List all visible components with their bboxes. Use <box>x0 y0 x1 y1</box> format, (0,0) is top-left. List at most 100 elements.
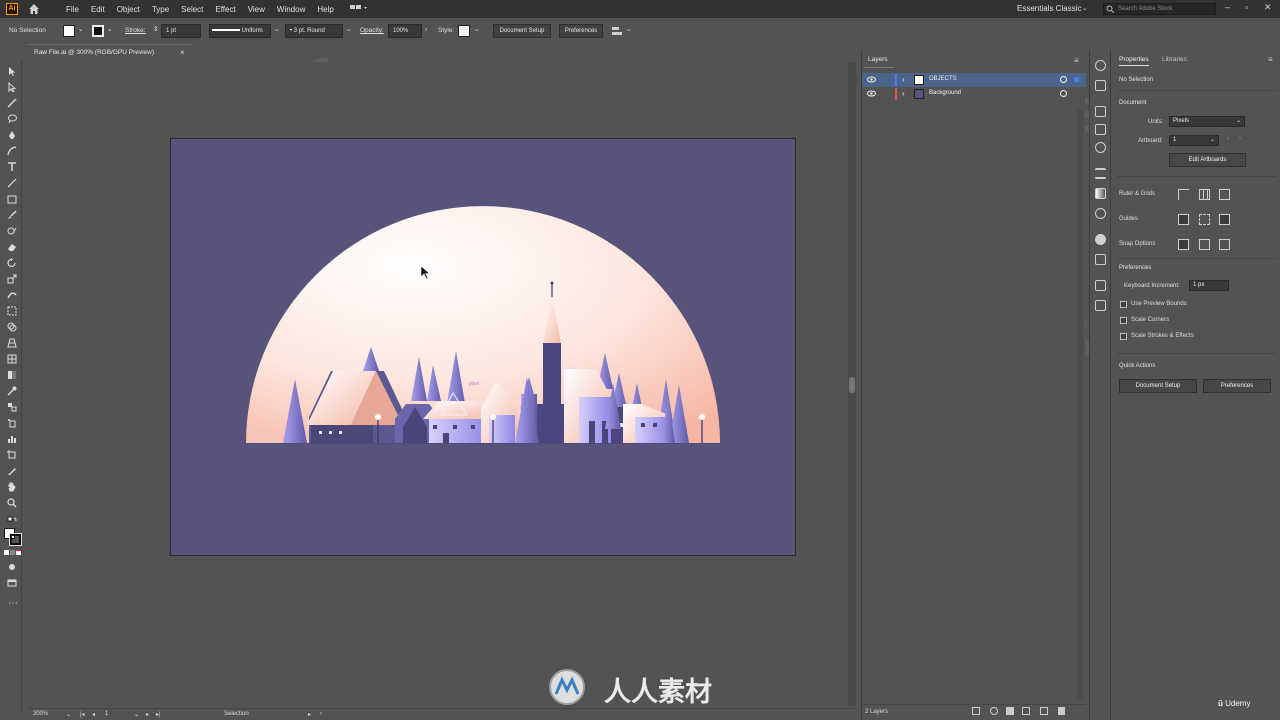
layer-name[interactable]: OBJECTS <box>929 76 957 82</box>
ruler-icon[interactable] <box>1178 189 1189 200</box>
eyedropper-tool-icon[interactable] <box>7 386 17 396</box>
paintbrush-tool-icon[interactable] <box>7 210 17 220</box>
close-window-icon[interactable]: ✕ <box>1264 2 1272 13</box>
minimize-icon[interactable]: – <box>1225 2 1230 12</box>
edit-artboards-button[interactable]: Edit Artboards <box>1169 153 1246 167</box>
align-icon[interactable] <box>611 25 623 37</box>
symbols-icon[interactable] <box>1095 106 1106 117</box>
target-circle-icon[interactable] <box>1060 90 1067 97</box>
layers-scrollbar[interactable] <box>1077 110 1083 700</box>
show-guides-icon[interactable] <box>1178 214 1189 225</box>
zoom-tool-icon[interactable] <box>7 498 17 508</box>
line-tool-icon[interactable] <box>7 178 17 188</box>
new-sublayer-icon[interactable] <box>1022 707 1030 715</box>
units-select[interactable]: Pixels ⌄ <box>1169 116 1245 127</box>
tab-properties[interactable]: Properties <box>1119 56 1149 66</box>
shape-builder-tool-icon[interactable] <box>7 322 17 332</box>
stroke-swatch[interactable] <box>92 25 104 37</box>
expand-chevron-icon[interactable]: › <box>902 75 905 84</box>
clipping-mask-icon[interactable] <box>1006 707 1014 715</box>
opacity-field[interactable]: 100% <box>388 24 422 38</box>
stroke-weight-field[interactable]: 1 pt <box>161 24 201 38</box>
layers-tab[interactable]: Layers <box>864 52 894 68</box>
gradient-tool-icon[interactable] <box>7 370 17 380</box>
menu-object[interactable]: Object <box>117 5 140 14</box>
grid-icon[interactable] <box>1199 189 1210 200</box>
artboard-number[interactable]: 1 <box>105 711 108 717</box>
previous-artboard-icon[interactable]: ‹ <box>1227 136 1229 142</box>
stepper-icon[interactable]: ⇕ <box>153 25 158 33</box>
none-mode-icon[interactable] <box>16 550 21 555</box>
layer-row-objects[interactable]: › OBJECTS <box>862 73 1086 87</box>
menu-select[interactable]: Select <box>181 5 203 14</box>
new-layer-icon[interactable] <box>1040 707 1048 715</box>
snap-to-grid-icon[interactable] <box>1199 239 1210 250</box>
lasso-tool-icon[interactable] <box>7 114 17 124</box>
artboard[interactable]: pixel <box>170 138 796 556</box>
color-mode-icon[interactable] <box>4 550 9 555</box>
vertical-scrollbar[interactable] <box>848 62 856 706</box>
swap-colors-icon[interactable] <box>7 516 17 526</box>
preferences-button[interactable]: Preferences <box>1203 379 1271 393</box>
stroke-profile-select[interactable]: Uniform <box>209 24 271 38</box>
menu-effect[interactable]: Effect <box>215 5 235 14</box>
scale-corners-checkbox[interactable] <box>1120 317 1127 324</box>
selection-tool-icon[interactable] <box>7 66 17 76</box>
use-preview-bounds-checkbox[interactable] <box>1120 301 1127 308</box>
export-assets-icon[interactable] <box>1095 280 1106 291</box>
eraser-tool-icon[interactable] <box>7 242 17 252</box>
locate-object-icon[interactable] <box>990 707 998 715</box>
more-tools-icon[interactable]: ⋯ <box>8 598 18 609</box>
next-artboard-icon[interactable]: ▸ <box>146 711 149 718</box>
expand-chevron-icon[interactable]: › <box>902 89 905 98</box>
tab-libraries[interactable]: Libraries <box>1162 56 1187 63</box>
layer-name[interactable]: Background <box>929 90 961 96</box>
slice-tool-icon[interactable] <box>7 466 17 476</box>
appearance-icon[interactable] <box>1095 234 1106 245</box>
scroll-left-icon[interactable]: ‹ <box>320 711 322 717</box>
style-swatch[interactable] <box>458 25 470 37</box>
graphic-styles-icon[interactable] <box>1095 254 1106 265</box>
draw-mode-icon[interactable] <box>7 562 17 572</box>
transparency-icon[interactable] <box>1095 208 1106 219</box>
brushes-icon[interactable] <box>1095 124 1106 135</box>
mesh-tool-icon[interactable] <box>7 354 17 364</box>
first-artboard-icon[interactable]: |◂ <box>80 711 85 718</box>
scale-strokes-checkbox[interactable] <box>1120 333 1127 340</box>
selection-indicator[interactable] <box>1074 77 1079 82</box>
perspective-grid-tool-icon[interactable] <box>7 338 17 348</box>
preferences-button[interactable]: Preferences <box>559 24 603 38</box>
stroke-panel-icon[interactable] <box>1095 168 1106 179</box>
menu-type[interactable]: Type <box>152 5 169 14</box>
arrange-documents-icon[interactable] <box>349 4 368 14</box>
maximize-icon[interactable]: ▫ <box>1245 2 1248 12</box>
document-setup-button[interactable]: Document Setup <box>493 24 551 38</box>
artboard-select[interactable]: 1 ⌄ <box>1169 135 1219 146</box>
scale-tool-icon[interactable] <box>7 274 17 284</box>
target-circle-icon[interactable] <box>1060 76 1067 83</box>
artboard-tool-icon[interactable] <box>7 450 17 460</box>
warp-tool-icon[interactable] <box>7 290 17 300</box>
zoom-level[interactable]: 300% <box>33 711 48 717</box>
menu-window[interactable]: Window <box>277 5 305 14</box>
workspace-switcher[interactable]: Essentials Classic <box>1017 4 1081 13</box>
properties-icon[interactable] <box>1095 60 1106 71</box>
screen-mode-icon[interactable] <box>7 578 17 588</box>
color-mode-buttons[interactable] <box>4 550 21 556</box>
pen-tool-icon[interactable] <box>7 130 17 140</box>
fill-swatch[interactable] <box>63 25 75 37</box>
magic-wand-tool-icon[interactable] <box>7 98 17 108</box>
stroke-color-swatch[interactable] <box>9 533 22 546</box>
keyboard-increment-field[interactable]: 1 px <box>1189 280 1229 291</box>
menu-help[interactable]: Help <box>317 5 333 14</box>
document-setup-button[interactable]: Document Setup <box>1119 379 1197 393</box>
gradient-panel-icon[interactable] <box>1095 188 1106 199</box>
transparency-grid-icon[interactable] <box>1219 189 1230 200</box>
lock-guides-icon[interactable] <box>1199 214 1210 225</box>
smart-guides-icon[interactable] <box>1219 214 1230 225</box>
next-artboard-icon[interactable]: › <box>1239 136 1241 142</box>
gradient-mode-icon[interactable] <box>10 550 15 555</box>
close-tab-icon[interactable]: × <box>180 48 185 57</box>
menu-view[interactable]: View <box>248 5 265 14</box>
visibility-eye-icon[interactable] <box>867 76 876 83</box>
